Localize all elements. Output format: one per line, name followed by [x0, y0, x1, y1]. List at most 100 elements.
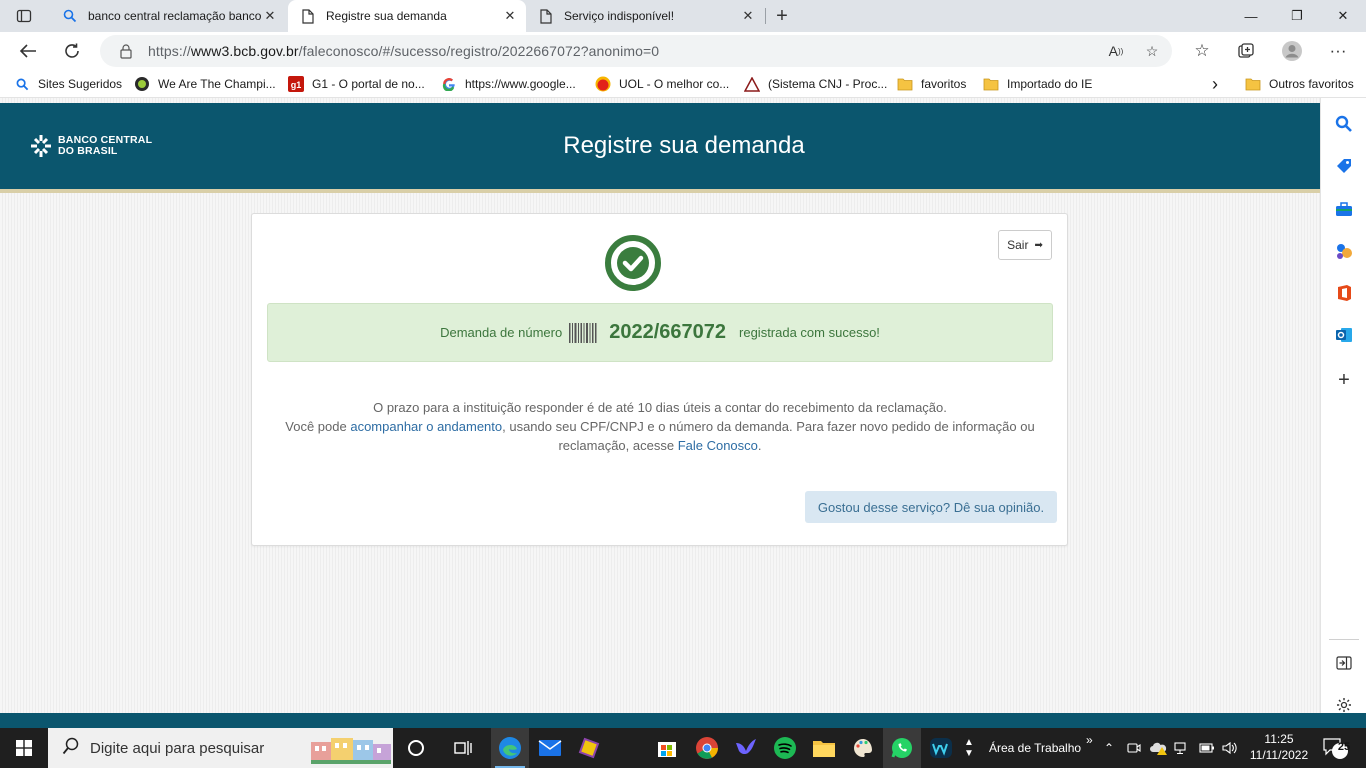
add-favorite-icon[interactable]: ☆	[1140, 39, 1164, 63]
g1-icon: g1	[288, 76, 304, 92]
sidebar-divider	[1329, 639, 1359, 640]
favorite-item[interactable]: (Sistema CNJ - Proc...	[744, 75, 887, 93]
back-arrow-icon	[19, 44, 36, 58]
sidebar-hide-button[interactable]	[1332, 651, 1356, 675]
taskbar-file-explorer[interactable]	[805, 728, 843, 768]
info-text-part: .	[757, 438, 762, 453]
edge-icon	[499, 737, 521, 759]
favorites-overflow-button[interactable]: ›	[1212, 74, 1218, 94]
notification-center-button[interactable]: 25	[1320, 734, 1350, 762]
tab-actions-button[interactable]	[0, 0, 48, 32]
toolbar-overflow-chevron[interactable]: »	[1086, 720, 1093, 760]
archive-icon	[578, 737, 600, 759]
favorite-folder[interactable]: Outros favoritos	[1245, 75, 1354, 93]
favorites-button[interactable]: ☆	[1188, 37, 1216, 65]
store-icon	[658, 742, 676, 757]
window-close-button[interactable]: ✕	[1320, 0, 1366, 32]
address-url: https://www3.bcb.gov.br/faleconosco/#/su…	[148, 43, 660, 59]
sidebar-search-button[interactable]	[1332, 112, 1356, 136]
sidebar-office-button[interactable]	[1332, 281, 1356, 305]
taskbar-mail[interactable]	[531, 728, 569, 768]
network-icon[interactable]	[1174, 728, 1190, 768]
site-header: BANCO CENTRAL DO BRASIL Registre sua dem…	[0, 103, 1320, 193]
page-footer-strip	[0, 713, 1366, 728]
sidebar-outlook-button[interactable]	[1332, 323, 1356, 347]
taskbar-spotify[interactable]	[766, 728, 804, 768]
favorite-folder[interactable]: favoritos	[897, 75, 966, 93]
cortana-button[interactable]	[397, 728, 435, 768]
webex-icon	[930, 738, 952, 758]
taskbar-whatsapp[interactable]	[883, 728, 921, 768]
favorite-label: G1 - O portal de no...	[312, 77, 425, 91]
back-button[interactable]	[14, 37, 42, 65]
search-icon	[14, 76, 30, 92]
search-highlight-illustration	[311, 738, 391, 764]
taskbar-chrome[interactable]	[688, 728, 726, 768]
close-icon[interactable]: ✕	[502, 8, 518, 24]
desktop-toolbar-label[interactable]: Área de Trabalho	[989, 728, 1081, 768]
tab-registre[interactable]: Registre sua demanda ✕	[288, 0, 526, 32]
exit-button[interactable]: Sair ➡	[998, 230, 1052, 260]
task-view-icon	[454, 741, 472, 755]
address-bar[interactable]: https://www3.bcb.gov.br/faleconosco/#/su…	[100, 35, 1172, 67]
taskbar-webex[interactable]	[922, 728, 960, 768]
refresh-icon	[65, 43, 79, 58]
tray-overflow-icon[interactable]: ⌃	[1104, 728, 1114, 768]
favorite-item[interactable]: Sites Sugeridos	[14, 75, 122, 93]
info-text: O prazo para a instituição responder é d…	[272, 398, 1048, 455]
clock-date: 11/11/2022	[1249, 748, 1309, 762]
plus-icon: +	[1338, 368, 1350, 391]
success-suffix: registrada com sucesso!	[739, 325, 880, 340]
taskbar-edge[interactable]	[491, 728, 529, 768]
favorites-star-icon: ☆	[1194, 41, 1210, 60]
volume-icon[interactable]	[1222, 728, 1238, 768]
battery-icon[interactable]	[1199, 728, 1215, 768]
favorite-item[interactable]: We Are The Champi...	[134, 75, 276, 93]
collections-button[interactable]	[1232, 37, 1260, 65]
close-icon[interactable]: ✕	[262, 8, 278, 24]
taskbar-search-box[interactable]: Digite aqui para pesquisar	[48, 728, 393, 768]
minimize-button[interactable]: —	[1228, 0, 1274, 32]
sidebar-games-button[interactable]	[1332, 239, 1356, 263]
gear-icon	[1337, 698, 1351, 712]
taskbar-store[interactable]	[648, 728, 686, 768]
favorite-label: https://www.google...	[465, 77, 576, 91]
feedback-button[interactable]: Gostou desse serviço? Dê sua opinião.	[805, 491, 1057, 523]
favorite-item[interactable]: UOL - O melhor co...	[595, 75, 729, 93]
taskbar-scroll[interactable]: ▲ ▼	[960, 728, 978, 768]
sidebar-shopping-button[interactable]	[1332, 154, 1356, 178]
barcode-icon	[569, 322, 597, 343]
sidebar-add-button[interactable]: +	[1332, 368, 1356, 392]
settings-menu-button[interactable]: ···	[1324, 37, 1352, 65]
lock-icon[interactable]	[118, 43, 134, 59]
system-clock[interactable]: 11:25 11/11/2022	[1244, 731, 1314, 763]
edge-sidebar: +	[1320, 98, 1366, 713]
triangle-icon	[744, 76, 760, 92]
profile-button[interactable]	[1278, 37, 1306, 65]
tab-search[interactable]: banco central reclamação banco ✕	[50, 0, 286, 32]
folder-icon	[1245, 76, 1261, 92]
start-button[interactable]	[0, 728, 48, 768]
onedrive-warning-icon[interactable]	[1150, 728, 1168, 768]
chevron-down-icon: ▼	[964, 748, 974, 759]
read-aloud-icon[interactable]: A))	[1104, 39, 1128, 63]
restore-button[interactable]: ❐	[1274, 0, 1320, 32]
fale-conosco-link[interactable]: Fale Conosco	[678, 438, 758, 453]
refresh-button[interactable]	[58, 37, 86, 65]
favorite-folder[interactable]: Importado do IE	[983, 75, 1092, 93]
success-alert: Demanda de número 2022/667072 registrada…	[267, 303, 1053, 362]
page-icon	[538, 8, 554, 24]
sidebar-tools-button[interactable]	[1332, 197, 1356, 221]
mail-icon	[538, 740, 562, 756]
track-progress-link[interactable]: acompanhar o andamento	[350, 419, 502, 434]
new-tab-button[interactable]: +	[770, 4, 794, 28]
meet-now-icon[interactable]	[1127, 728, 1141, 768]
task-view-button[interactable]	[444, 728, 482, 768]
close-icon[interactable]: ✕	[740, 8, 756, 24]
tab-servico[interactable]: Serviço indisponível! ✕	[526, 0, 764, 32]
favorite-item[interactable]: https://www.google...	[441, 75, 576, 93]
taskbar-app-bird[interactable]	[727, 728, 765, 768]
taskbar-paint[interactable]	[844, 728, 882, 768]
favorite-item[interactable]: g1 G1 - O portal de no...	[288, 75, 425, 93]
taskbar-winrar[interactable]	[570, 728, 608, 768]
